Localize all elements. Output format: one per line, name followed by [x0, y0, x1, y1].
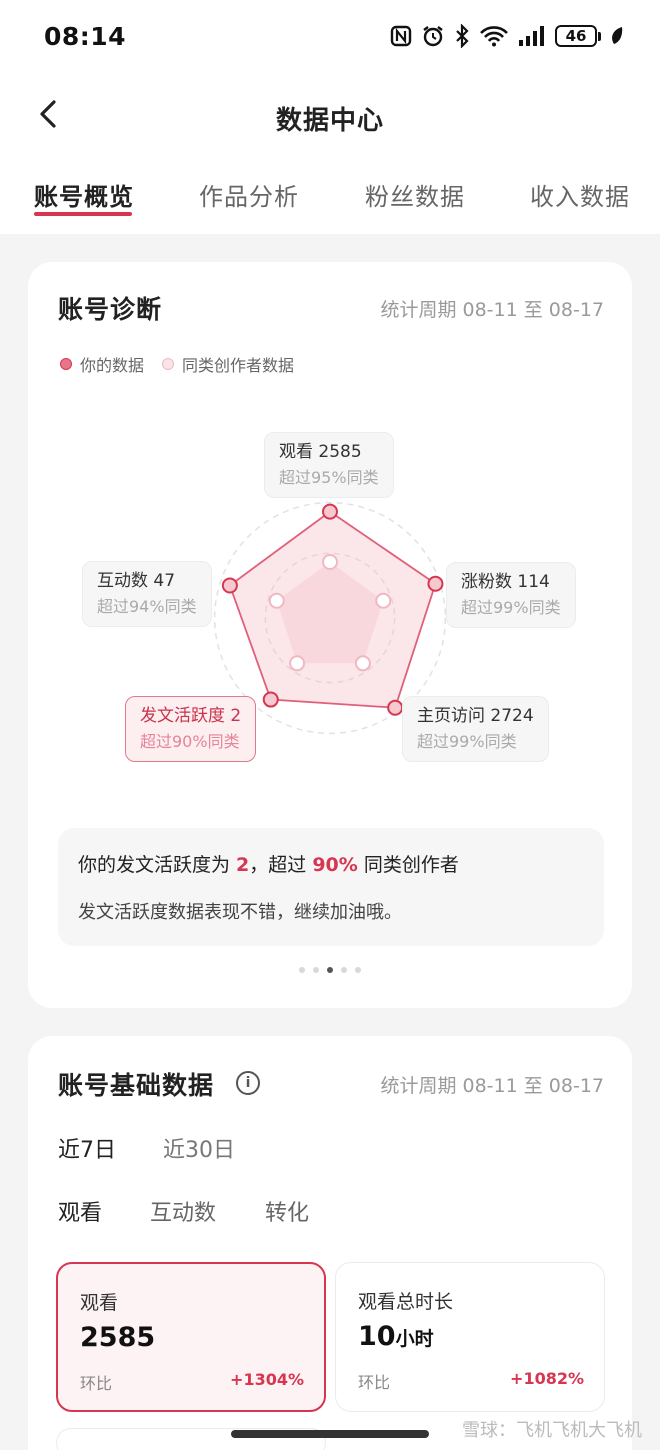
radar-label-homepage[interactable]: 主页访问 2724 超过99%同类: [402, 696, 549, 762]
radar-label-views[interactable]: 观看 2585 超过95%同类: [264, 432, 394, 498]
radar-label-interactions[interactable]: 互动数 47 超过94%同类: [82, 561, 212, 627]
metric-tab-conversion[interactable]: 转化: [265, 1195, 309, 1227]
info-icon[interactable]: i: [236, 1071, 260, 1095]
stat-card-watch-time[interactable]: 观看总时长 10小时 环比 +1082%: [335, 1262, 605, 1412]
radar-my-point-4: [221, 577, 238, 594]
radar-label-activity[interactable]: 发文活跃度 2 超过90%同类: [125, 696, 257, 762]
radar-peer-point-0: [322, 554, 338, 570]
range-30-days[interactable]: 近30日: [163, 1132, 235, 1164]
radar-peer-point-1: [375, 592, 392, 609]
radar-peer-point-4: [268, 592, 285, 609]
home-indicator[interactable]: [231, 1430, 429, 1438]
radar-my-point-2: [387, 699, 404, 716]
range-7-days[interactable]: 近7日: [58, 1132, 116, 1164]
watermark: 雪球：飞机飞机大飞机: [462, 1420, 642, 1441]
radar-my-point-1: [427, 575, 444, 592]
radar-my-area: [228, 510, 437, 709]
metric-tab-views[interactable]: 观看: [58, 1195, 102, 1227]
radar-my-point-3: [262, 691, 279, 708]
radar-peer-point-2: [354, 655, 371, 672]
diagnosis-summary: 你的发文活跃度为 2，超过 90% 同类创作者 发文活跃度数据表现不错，继续加油…: [58, 828, 604, 946]
stat-card-views[interactable]: 观看 2585 环比 +1304%: [56, 1262, 326, 1412]
radar-peer-point-3: [289, 655, 306, 672]
basic-data-title: 账号基础数据: [58, 1071, 215, 1100]
summary-headline: 你的发文活跃度为 2，超过 90% 同类创作者: [78, 854, 459, 876]
basic-data-period: 统计周期 08-11 至 08-17: [380, 1075, 604, 1097]
metric-tab-interactions[interactable]: 互动数: [150, 1195, 216, 1227]
radar-my-point-0: [322, 503, 338, 520]
radar-label-fans[interactable]: 涨粉数 114 超过99%同类: [446, 562, 576, 628]
page-indicator: [299, 967, 361, 973]
summary-detail: 发文活跃度数据表现不错，继续加油哦。: [78, 902, 402, 923]
